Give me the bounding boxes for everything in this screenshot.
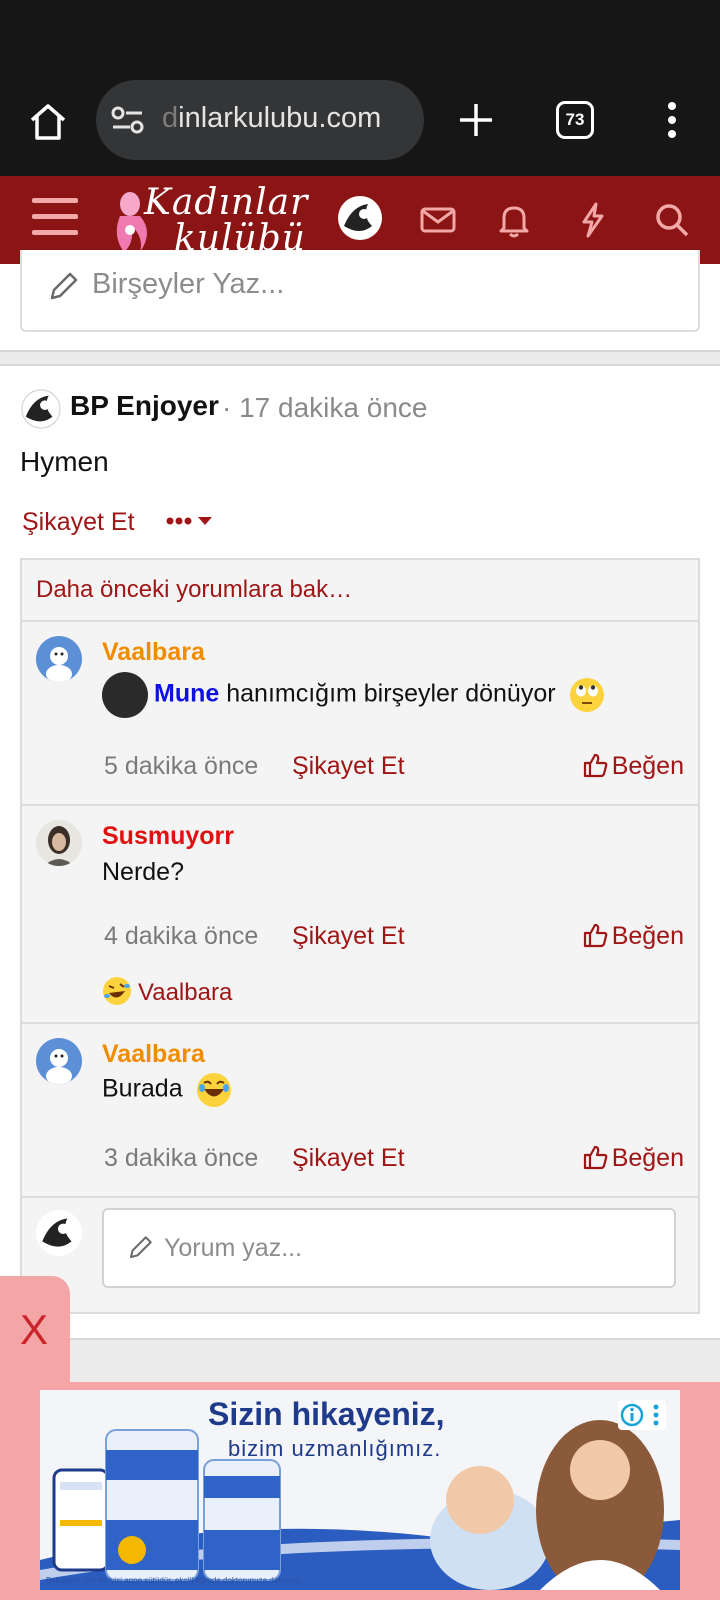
comment-item: Vaalbara Mune hanımcığım birşeyler dönüy… (22, 622, 698, 806)
commenter-avatar[interactable] (36, 636, 82, 682)
comment-author[interactable]: Vaalbara (102, 638, 205, 667)
comment-time: 3 dakika önce (104, 1144, 259, 1172)
post-report-link[interactable]: Şikayet Et (22, 508, 135, 537)
mention-link[interactable]: Mune (154, 680, 219, 708)
like-button[interactable]: Beğen (582, 752, 684, 781)
status-composer[interactable]: Birşeyler Yaz... (20, 250, 700, 332)
comment-report-link[interactable]: Şikayet Et (292, 752, 405, 781)
status-bar (0, 0, 720, 80)
comment-item: Vaalbara Burada 3 dakika önce Şikayet Et… (22, 1024, 698, 1198)
bell-icon[interactable] (494, 200, 534, 240)
ad-info-button[interactable] (618, 1400, 666, 1430)
section-divider (0, 1338, 720, 1384)
laughing-emoji-icon (196, 1073, 231, 1107)
commenter-avatar[interactable] (36, 1038, 82, 1084)
comment-report-link[interactable]: Şikayet Et (292, 1144, 405, 1173)
lightning-icon[interactable] (572, 200, 612, 240)
pencil-icon (129, 1236, 152, 1259)
current-user-avatar[interactable] (36, 1210, 82, 1256)
reply-row: Yorum yaz... (22, 1198, 698, 1298)
thumbs-up-icon (583, 753, 608, 778)
comment-text: Nerde? (102, 858, 184, 886)
section-divider (0, 350, 720, 366)
rofl-emoji-icon (103, 977, 131, 1005)
info-icon (620, 1403, 659, 1427)
comments-section: Daha önceki yorumlara bak… Vaalbara Mune… (20, 558, 700, 1314)
thumbs-up-icon (583, 1145, 608, 1170)
new-tab-icon[interactable] (454, 98, 498, 142)
eye-roll-emoji-icon (569, 678, 604, 712)
ad-headline: Sizin hikayeniz, (208, 1396, 445, 1432)
post-author-avatar[interactable] (20, 388, 62, 430)
reply-placeholder: Yorum yaz... (164, 1234, 303, 1262)
ad-close-button[interactable]: X (0, 1276, 70, 1386)
thumbs-up-icon (583, 923, 608, 948)
like-button[interactable]: Beğen (582, 1144, 684, 1173)
pencil-icon (50, 272, 78, 300)
ad-fine-print: Bebeğiniz için en iyisi anne sütüdür, ek… (46, 1576, 304, 1585)
inbox-icon[interactable] (418, 200, 458, 240)
tab-switcher-button[interactable]: 73 (556, 101, 594, 139)
reaction-summary[interactable]: Vaalbara (102, 976, 232, 1007)
url-text[interactable]: dinlarkulubu.com (162, 102, 412, 135)
browser-toolbar: dinlarkulubu.com 73 (0, 80, 720, 176)
like-button[interactable]: Beğen (582, 922, 684, 951)
comment-time: 5 dakika önce (104, 752, 259, 780)
comment-text: Burada (102, 1072, 232, 1108)
previous-comments-link[interactable]: Daha önceki yorumlara bak… (22, 560, 698, 622)
user-avatar[interactable] (338, 196, 382, 240)
comment-time: 4 dakika önce (104, 922, 259, 950)
browser-menu-icon[interactable] (658, 98, 686, 142)
reply-input[interactable]: Yorum yaz... (102, 1208, 676, 1288)
post-body: Hymen (20, 446, 109, 477)
more-options-icon[interactable] (166, 506, 222, 536)
hamburger-menu-icon[interactable] (32, 198, 78, 238)
comment-report-link[interactable]: Şikayet Et (292, 922, 405, 951)
mention-avatar[interactable] (102, 672, 148, 718)
comment-author[interactable]: Susmuyorr (102, 822, 234, 851)
comment-author[interactable]: Vaalbara (102, 1040, 205, 1069)
site-settings-icon[interactable] (110, 104, 146, 136)
post-time: · 17 dakika önce (222, 392, 428, 423)
ad-subheadline: bizim uzmanlığımız. (228, 1436, 442, 1461)
address-bar[interactable]: dinlarkulubu.com (96, 80, 424, 160)
tab-count: 73 (565, 110, 585, 129)
comment-item: Susmuyorr Nerde? 4 dakika önce Şikayet E… (22, 806, 698, 1024)
commenter-avatar[interactable] (36, 820, 82, 866)
ad-banner[interactable]: Sizin hikayeniz, bizim uzmanlığımız. Beb… (40, 1390, 680, 1590)
search-icon[interactable] (652, 200, 692, 240)
comment-text: Mune hanımcığım birşeyler dönüyor (102, 672, 605, 718)
home-icon[interactable] (26, 100, 70, 144)
composer-placeholder: Birşeyler Yaz... (92, 268, 285, 300)
post-author[interactable]: BP Enjoyer (70, 390, 219, 422)
